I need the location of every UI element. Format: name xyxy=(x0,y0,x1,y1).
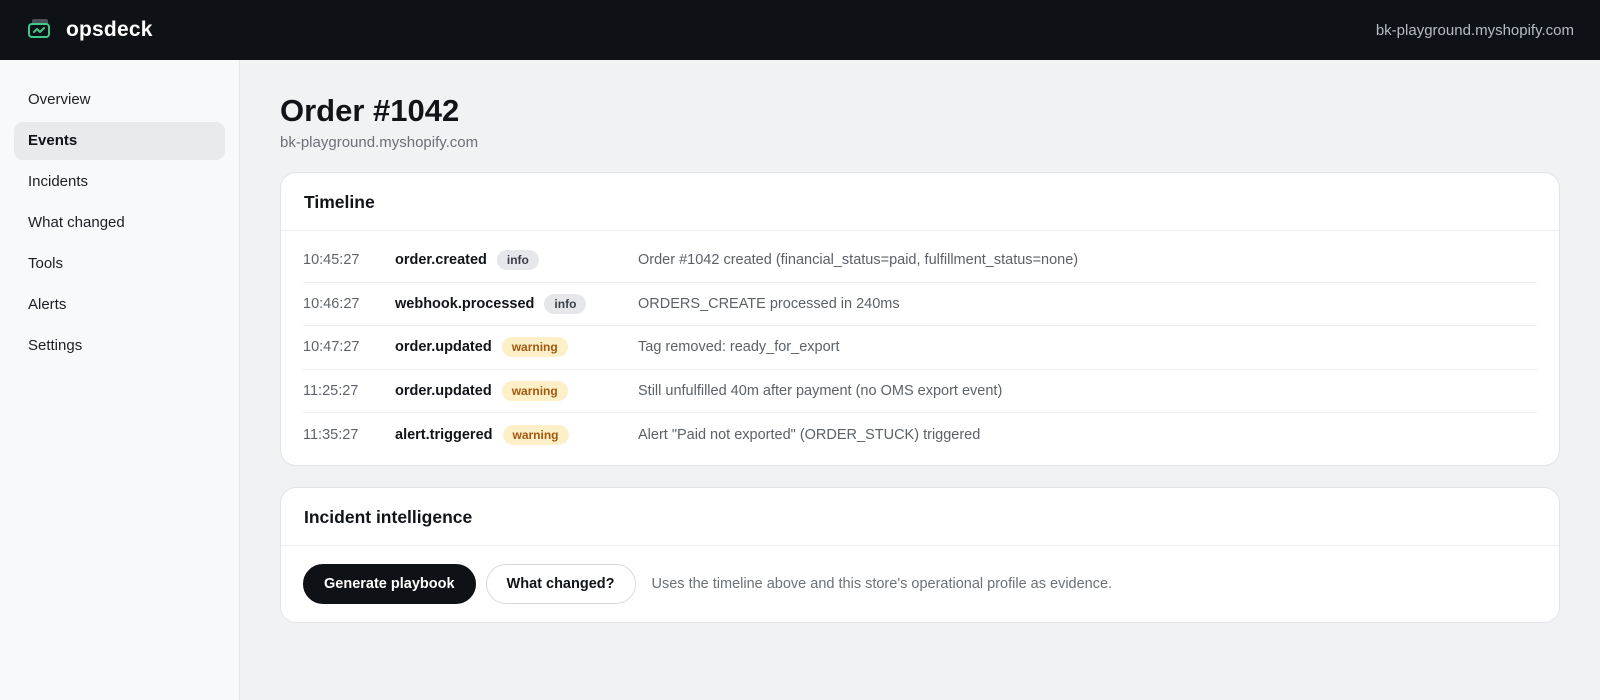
event-time: 10:45:27 xyxy=(303,252,360,269)
event-type-cell: order.updated warning xyxy=(395,337,638,358)
event-time: 10:47:27 xyxy=(303,339,360,356)
event-type-cell: alert.triggered warning xyxy=(395,424,638,445)
event-type-cell: order.updated warning xyxy=(395,380,638,401)
page-title: Order #1042 xyxy=(280,93,460,128)
sidebar-item-incidents[interactable]: Incidents xyxy=(14,163,225,201)
timeline-card: Timeline 10:45:27 order.created info Order … xyxy=(280,172,1560,466)
sidebar-item-what-changed[interactable]: What changed xyxy=(14,204,225,242)
timeline-row: 10:45:27 order.created info Order #1042 cre… xyxy=(303,239,1537,283)
incident-intelligence-card: Incident intelligence Generate playbook … xyxy=(280,486,1560,623)
event-time: 10:46:27 xyxy=(303,295,360,312)
event-message: Alert "Paid not exported" (ORDER_STUCK) … xyxy=(638,426,981,443)
event-type: order.updated xyxy=(395,382,492,399)
timeline-row: 10:47:27 order.updated warning Tag removed:… xyxy=(303,326,1537,370)
main-content: Order #1042 bk-playground.myshopify.com … xyxy=(280,60,1560,623)
event-time: 11:35:27 xyxy=(303,426,359,443)
opsdeck-logo-icon xyxy=(28,19,50,38)
brand-name: opsdeck xyxy=(66,18,153,41)
timeline-row: 11:35:27 alert.triggered warning Alert "Pai… xyxy=(303,413,1537,457)
timeline-title: Timeline xyxy=(281,173,1559,231)
brand[interactable]: opsdeck xyxy=(26,17,153,43)
event-message: Order #1042 created (financial_status=pa… xyxy=(638,252,1079,269)
event-type: order.created xyxy=(395,252,487,269)
sidebar-item-overview[interactable]: Overview xyxy=(14,81,225,119)
incident-intelligence-actions: Generate playbook What changed? Uses the… xyxy=(281,546,1559,622)
event-level-badge: warning xyxy=(501,337,568,358)
event-type: order.updated xyxy=(395,339,492,356)
event-level-badge: info xyxy=(496,250,539,271)
event-type: webhook.processed xyxy=(395,295,535,312)
event-type-cell: webhook.processed info xyxy=(395,293,638,314)
store-hostname: bk-playground.myshopify.com xyxy=(1375,21,1574,39)
sidebar-item-tools[interactable]: Tools xyxy=(14,245,225,283)
event-type: alert.triggered xyxy=(395,426,493,443)
sidebar-item-alerts[interactable]: Alerts xyxy=(14,286,225,324)
generate-playbook-button[interactable]: Generate playbook xyxy=(303,563,476,604)
event-level-badge: info xyxy=(544,293,587,314)
sidebar: Overview Events Incidents What changed Tools… xyxy=(0,60,240,700)
event-message: Still unfulfilled 40m after payment (no … xyxy=(638,382,1003,399)
timeline-list: 10:45:27 order.created info Order #1042 cre… xyxy=(281,231,1559,465)
timeline-row: 10:46:27 webhook.processed info ORDERS_CREA… xyxy=(303,283,1537,326)
timeline-row: 11:25:27 order.updated warning Still unfulf… xyxy=(303,370,1537,413)
incident-intelligence-note: Uses the timeline above and this store's… xyxy=(651,575,1113,592)
what-changed-button[interactable]: What changed? xyxy=(485,563,636,604)
event-message: ORDERS_CREATE processed in 240ms xyxy=(638,295,900,312)
event-level-badge: warning xyxy=(502,424,569,445)
event-message: Tag removed: ready_for_export xyxy=(638,339,840,356)
page-subtitle: bk-playground.myshopify.com xyxy=(280,134,479,151)
event-type-cell: order.created info xyxy=(395,250,638,271)
incident-intelligence-title: Incident intelligence xyxy=(281,488,1559,546)
sidebar-item-events[interactable]: Events xyxy=(14,122,225,160)
event-time: 11:25:27 xyxy=(303,382,359,399)
sidebar-item-settings[interactable]: Settings xyxy=(14,327,225,365)
event-level-badge: warning xyxy=(501,380,568,401)
top-bar: opsdeck bk-playground.myshopify.com xyxy=(0,0,1600,60)
